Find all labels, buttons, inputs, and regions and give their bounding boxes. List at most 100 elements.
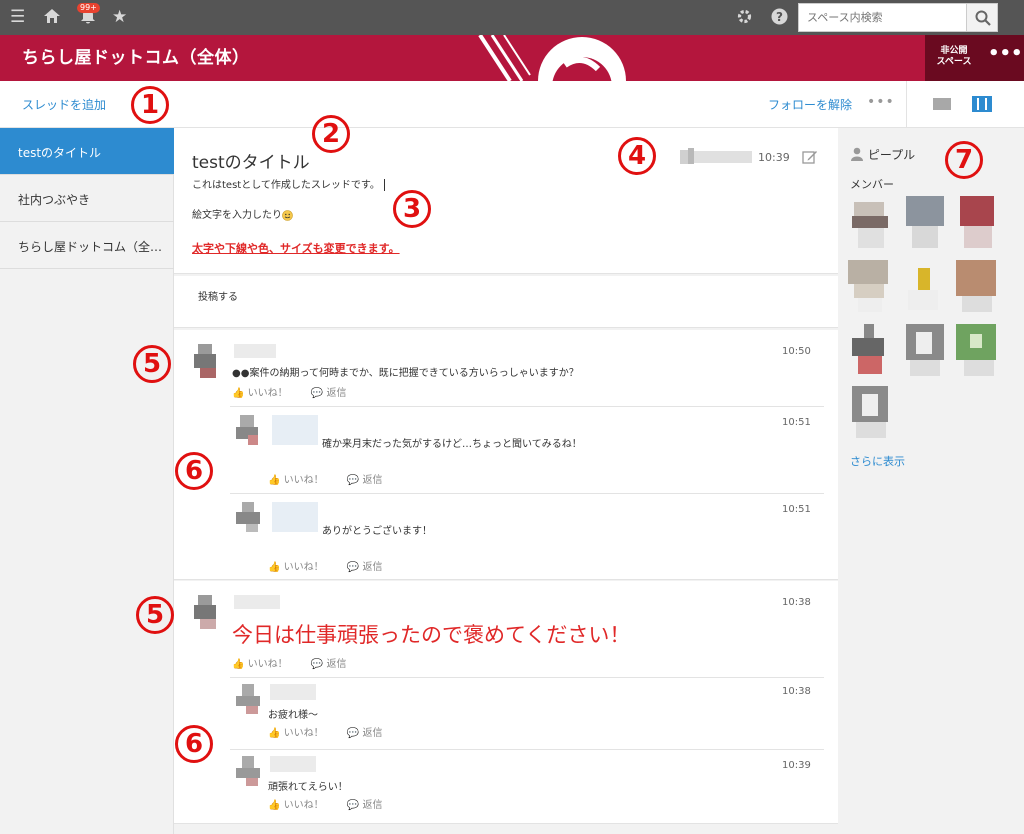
star-icon[interactable]: ★ (112, 8, 127, 26)
reply-button[interactable]: 💬 返信 (347, 800, 393, 811)
people-label: ピープル (867, 148, 916, 162)
reply-button[interactable]: 💬 返信 (311, 659, 357, 670)
reply: 10:51 確か来月末だった気がするけど…ちょっと聞いてみるね！ 👍 いいね！ … (230, 406, 824, 494)
thread-item-test[interactable]: testのタイトル (0, 128, 174, 175)
show-more-link[interactable]: さらに表示 (850, 453, 905, 469)
avatar (236, 756, 266, 786)
post-formatted-text: 太字や下線や色、サイズも変更できます。 (192, 242, 400, 255)
like-label: いいね！ (283, 562, 324, 573)
reply-button[interactable]: 💬 返信 (347, 728, 393, 739)
like-button[interactable]: 👍 いいね！ (268, 475, 334, 486)
member-avatar[interactable] (956, 196, 1001, 248)
banner-decoration (478, 35, 626, 81)
search-input[interactable] (798, 3, 966, 32)
private-label-line2: スペース (936, 57, 972, 67)
avatar (236, 502, 266, 532)
multi-column-view-icon[interactable] (972, 96, 992, 112)
reply-button[interactable]: 💬 返信 (311, 388, 357, 399)
post-composer[interactable]: 投稿する (174, 276, 838, 328)
member-avatar[interactable] (902, 324, 947, 376)
like-label: いいね！ (283, 800, 324, 811)
comment-thread: 10:38 今日は仕事頑張ったので褒めてください！ 👍 いいね！ 💬 返信 10… (174, 581, 838, 824)
like-button[interactable]: 👍 いいね！ (232, 388, 298, 399)
reply-label: 返信 (326, 659, 347, 670)
hamburger-icon[interactable]: ☰ (10, 8, 25, 26)
reply-text: 確か来月末だった気がするけど…ちょっと聞いてみるね！ (322, 439, 582, 450)
reply-button[interactable]: 💬 返信 (347, 475, 393, 486)
author-name (234, 595, 280, 609)
edit-icon[interactable] (802, 149, 818, 165)
annotation-number: 2 (312, 115, 350, 153)
like-button[interactable]: 👍 いいね！ (268, 562, 334, 573)
annotation-number: 4 (618, 137, 656, 175)
reply-label: 返信 (362, 475, 383, 486)
gear-icon[interactable] (736, 8, 753, 29)
single-column-view-icon[interactable] (933, 98, 951, 110)
author-name (270, 684, 316, 700)
private-label: 非公開 スペース (934, 46, 974, 68)
member-avatar[interactable] (902, 196, 947, 248)
reply-label: 返信 (362, 562, 383, 573)
reply-time: 10:39 (782, 760, 811, 771)
avatar (190, 595, 224, 629)
thread-title: testのタイトル (192, 153, 310, 173)
home-icon[interactable] (43, 8, 61, 28)
reply-button[interactable]: 💬 返信 (347, 562, 393, 573)
divider (906, 81, 907, 128)
annotation-marker-5b: 5 (136, 596, 176, 636)
annotation-marker-4: 4 (618, 137, 658, 177)
member-avatar[interactable] (956, 260, 1001, 312)
help-icon[interactable]: ? (771, 8, 788, 29)
annotation-number: 6 (175, 725, 213, 763)
space-menu-button[interactable]: ••• (988, 43, 1023, 64)
unfollow-link[interactable]: フォローを解除 (768, 96, 852, 113)
add-thread-link[interactable]: スレッドを追加 (22, 96, 106, 113)
comment-time: 10:38 (782, 597, 811, 608)
reply-time: 10:51 (782, 417, 811, 428)
search-button[interactable] (966, 3, 998, 32)
reply-label: 返信 (326, 388, 347, 399)
reply: 10:39 頑張れてえらい！ 👍 いいね！ 💬 返信 (230, 749, 824, 823)
comment-text: 今日は仕事頑張ったので褒めてください！ (232, 623, 631, 647)
annotation-number: 5 (133, 345, 171, 383)
text-cursor (383, 179, 385, 191)
author-name (272, 415, 318, 445)
post-body-text: これはtestとして作成したスレッドです。 (192, 180, 380, 191)
thread-list: testのタイトル 社内つぶやき ちらし屋ドットコム（全… (0, 128, 174, 834)
member-avatar[interactable] (956, 324, 1001, 376)
notification-badge: 99+ (77, 3, 100, 13)
comment-time: 10:50 (782, 346, 811, 357)
people-panel: ピープル メンバー さらに表示 (838, 128, 1024, 834)
space-banner: ちらし屋ドットコム（全体） 非公開 スペース ••• (0, 35, 1024, 81)
composer-label: 投稿する (198, 292, 238, 303)
member-avatar[interactable] (848, 386, 893, 438)
members-label: メンバー (850, 178, 894, 191)
annotation-marker-2: 2 (312, 115, 352, 155)
like-button[interactable]: 👍 いいね！ (232, 659, 298, 670)
reply-text: ありがとうございます！ (322, 526, 432, 537)
space-title: ちらし屋ドットコム（全体） (22, 48, 250, 68)
avatar (236, 415, 266, 445)
reply-label: 返信 (362, 800, 383, 811)
annotation-marker-7: 7 (945, 141, 985, 181)
thread-item-all[interactable]: ちらし屋ドットコム（全… (0, 222, 174, 269)
svg-text:?: ? (776, 10, 783, 24)
thread-item-tweets[interactable]: 社内つぶやき (0, 175, 174, 222)
author-name (270, 756, 316, 772)
like-button[interactable]: 👍 いいね！ (268, 728, 334, 739)
annotation-number: 6 (175, 452, 213, 490)
member-avatar[interactable] (848, 196, 893, 248)
like-button[interactable]: 👍 いいね！ (268, 800, 334, 811)
post-author-avatar (680, 148, 752, 166)
more-menu-button[interactable]: ••• (867, 94, 895, 110)
avatar (190, 344, 224, 378)
reply: 10:51 ありがとうございます！ 👍 いいね！ 💬 返信 (230, 493, 824, 579)
annotation-marker-3: 3 (393, 190, 433, 230)
avatar (236, 684, 266, 714)
member-avatar[interactable] (848, 324, 893, 376)
reply: 10:38 お疲れ様～ 👍 いいね！ 💬 返信 (230, 677, 824, 749)
like-label: いいね！ (247, 659, 288, 670)
member-avatar[interactable] (902, 260, 947, 312)
member-avatar[interactable] (848, 260, 893, 312)
reply-actions: 👍 いいね！ 💬 返信 (268, 558, 402, 573)
